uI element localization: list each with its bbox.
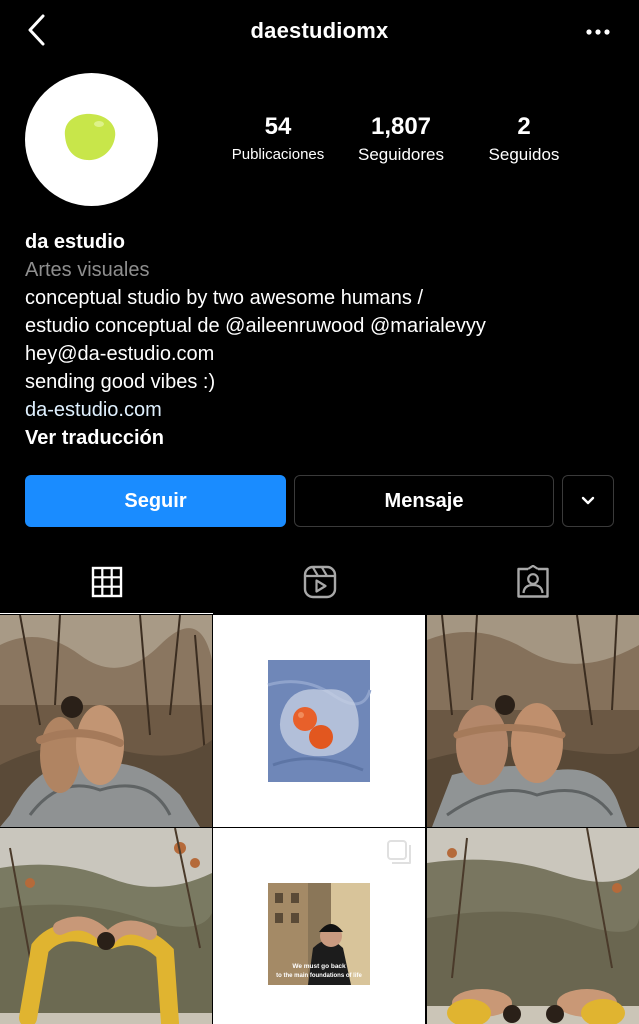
post-thumbnail[interactable]: We must go back to the main foundations … — [213, 828, 425, 1024]
more-horizontal-icon — [586, 29, 610, 35]
stat-posts[interactable]: 54 Publicaciones — [222, 112, 334, 168]
post-image-yellow-childpose — [427, 828, 639, 1024]
stat-followers[interactable]: 1,807 Seguidores — [344, 112, 458, 168]
followers-count: 1,807 — [370, 113, 432, 140]
following-label: Seguidos — [488, 145, 560, 164]
follow-button[interactable]: Seguir — [25, 475, 286, 527]
meme-caption-line2: to the main foundations of life — [276, 973, 362, 979]
post-image-backs-forest — [427, 615, 639, 827]
avatar[interactable] — [25, 73, 158, 206]
bio-line: hey@da-estudio.com — [25, 343, 215, 365]
following-count: 2 — [517, 113, 531, 140]
tab-tagged[interactable] — [426, 550, 639, 614]
reels-icon — [303, 565, 336, 599]
posts-grid: We must go back to the main foundations … — [0, 615, 639, 1024]
post-image-embrace-forest — [0, 615, 212, 827]
post-thumbnail[interactable] — [427, 615, 639, 827]
profile-username: daestudiomx — [250, 18, 389, 43]
message-button[interactable]: Mensaje — [294, 475, 554, 527]
bio-line: estudio conceptual de @aileenruwood @mar… — [25, 315, 486, 337]
carousel-icon — [387, 840, 411, 864]
post-thumbnail[interactable] — [213, 615, 425, 827]
posts-label: Publicaciones — [231, 146, 325, 163]
post-image-yellow-bend — [0, 828, 212, 1024]
top-bar: daestudiomx — [0, 0, 639, 64]
bio-line: conceptual studio by two awesome humans … — [25, 287, 423, 309]
profile-category: Artes visuales — [25, 259, 150, 281]
lime-blob-logo — [64, 113, 116, 161]
grid-icon — [91, 566, 122, 597]
post-thumbnail[interactable] — [0, 828, 212, 1024]
more-options-button[interactable] — [583, 20, 613, 44]
followers-label: Seguidores — [357, 145, 444, 164]
post-thumbnail[interactable] — [427, 828, 639, 1024]
post-image-oranges-bag — [213, 615, 425, 827]
meme-caption-line1: We must go back — [292, 963, 346, 970]
tab-reels[interactable] — [213, 550, 426, 614]
display-name: da estudio — [25, 231, 126, 253]
post-thumbnail[interactable] — [0, 615, 212, 827]
profile-bio: da estudio Artes visuales conceptual stu… — [25, 228, 625, 452]
chevron-down-icon — [581, 496, 595, 505]
suggested-accounts-button[interactable] — [562, 475, 614, 527]
tab-posts-grid[interactable] — [0, 550, 213, 614]
bio-line: sending good vibes :) — [25, 371, 216, 393]
profile-tabs — [0, 550, 639, 614]
tagged-icon — [516, 565, 549, 598]
see-translation-link[interactable]: Ver traducción — [25, 424, 625, 452]
stat-following[interactable]: 2 Seguidos — [476, 112, 572, 168]
website-link[interactable]: da-estudio.com — [25, 396, 625, 424]
posts-count: 54 — [264, 113, 292, 140]
